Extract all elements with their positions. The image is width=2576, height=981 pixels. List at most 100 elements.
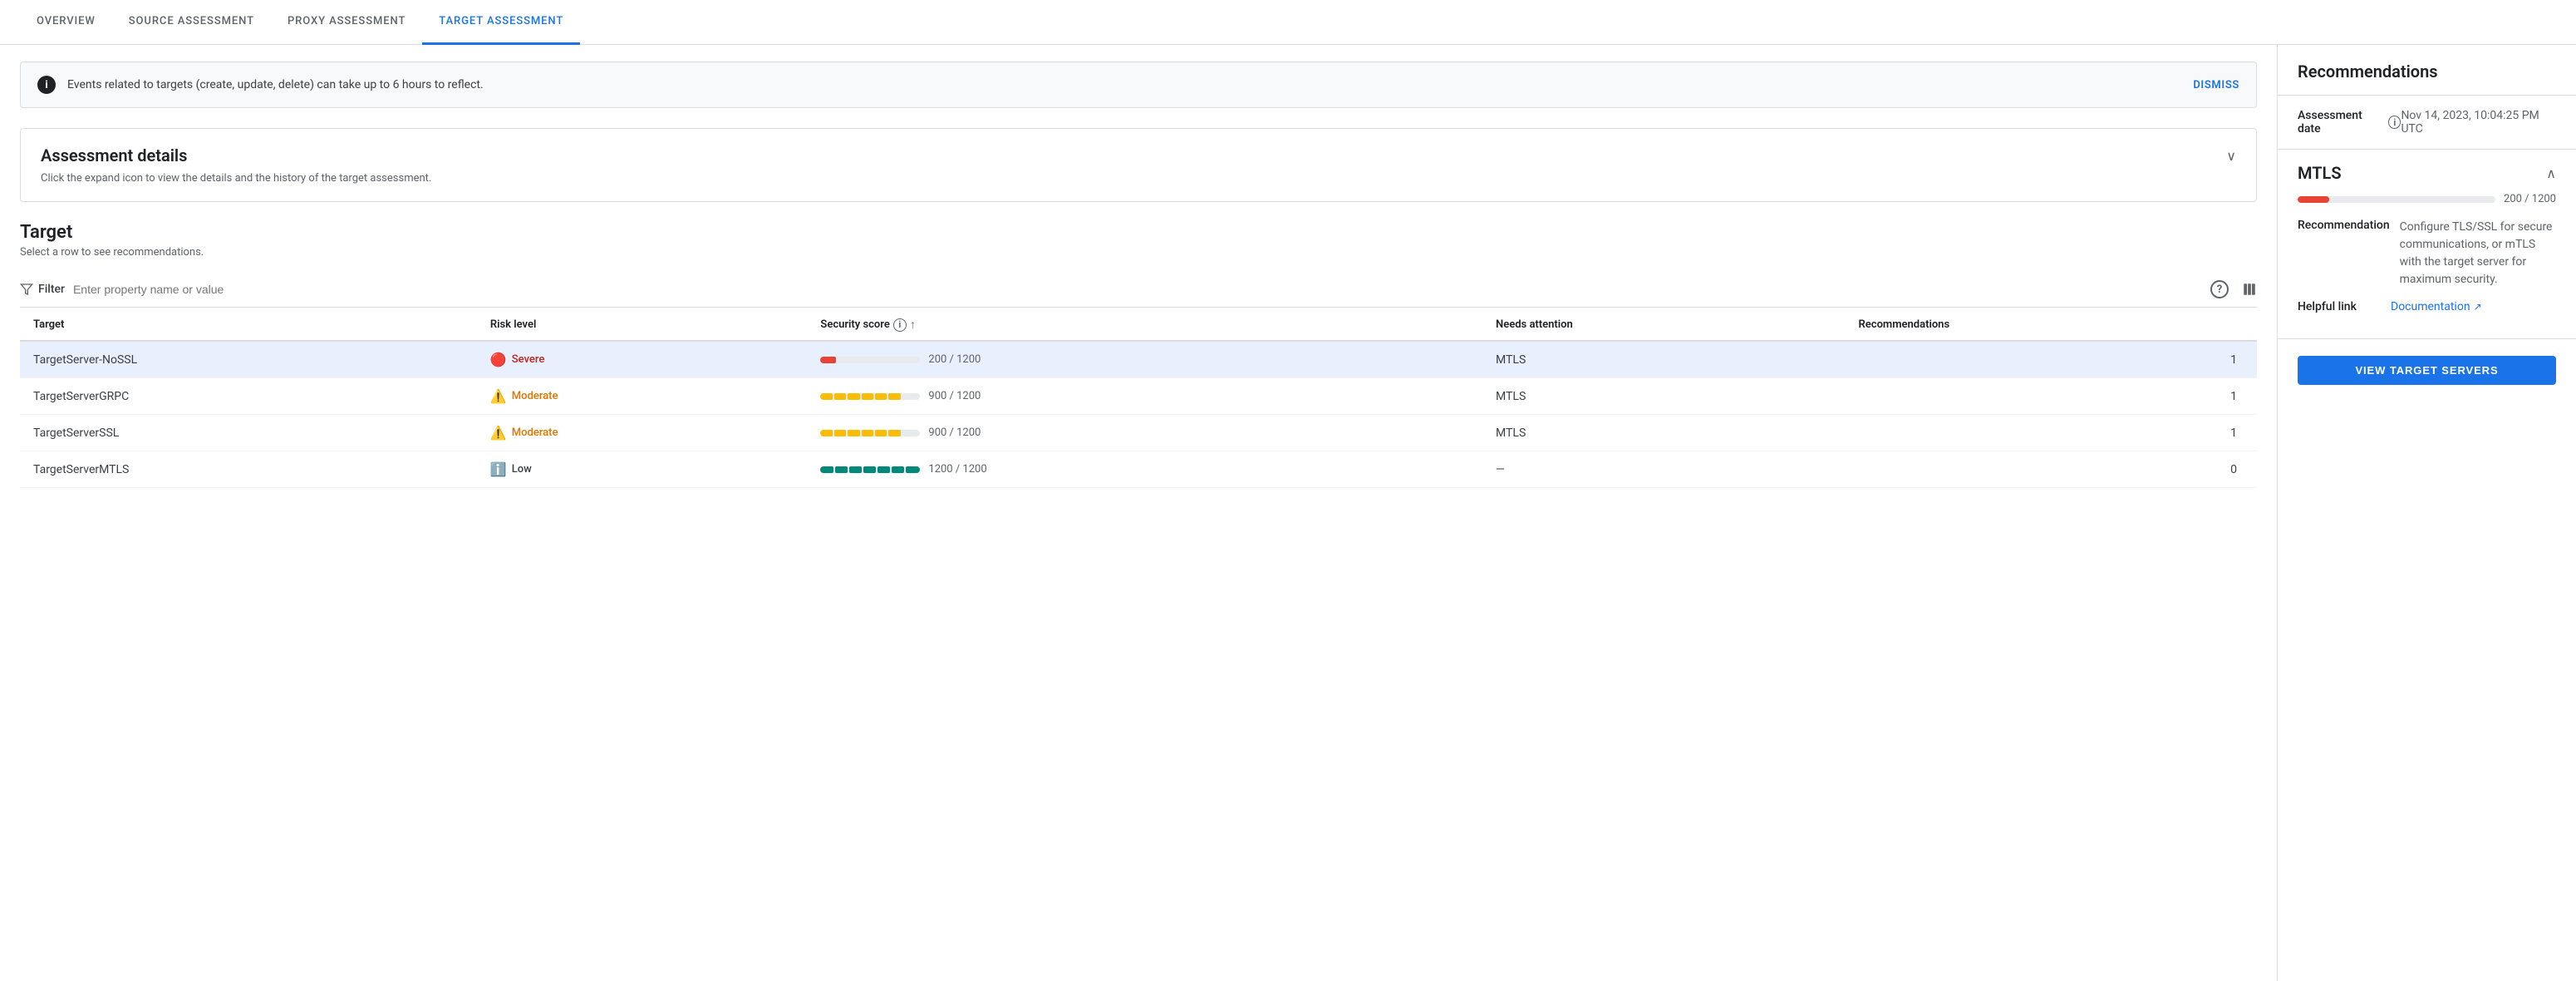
mtls-bar-fill [2298,196,2329,203]
assessment-details-section: Assessment details Click the expand icon… [20,128,2257,202]
risk-badge-low: ℹ️ Low [490,461,794,477]
cell-recommendations: 1 [1846,415,2257,451]
cell-needs-attention: MTLS [1482,415,1846,451]
low-icon: ℹ️ [490,461,507,477]
cell-risk-level: ⚠️ Moderate [477,378,808,415]
assessment-date-info-icon[interactable]: i [2388,116,2401,129]
score-text: 900 / 1200 [928,426,981,439]
table-row[interactable]: TargetServerSSL ⚠️ Moderate [20,415,2257,451]
cell-needs-attention: — [1482,451,1846,488]
info-icon: i [37,76,56,94]
col-risk-level: Risk level [477,308,808,341]
assessment-details-subtitle: Click the expand icon to view the detail… [41,172,2236,185]
mtls-title: MTLS [2298,163,2342,183]
tab-overview[interactable]: OVERVIEW [20,0,112,45]
cell-recommendations: 0 [1846,451,2257,488]
cell-recommendations: 1 [1846,341,2257,378]
score-bar-container: 1200 / 1200 [820,463,1469,476]
score-bar [820,393,920,400]
cell-recommendations: 1 [1846,378,2257,415]
mtls-score-text: 200 / 1200 [2504,193,2556,205]
score-bar-container: 900 / 1200 [820,390,1469,402]
severe-icon: 🔴 [490,352,507,367]
target-title: Target [20,222,2257,243]
filter-icon-label: Filter [20,283,65,296]
filter-row: Filter ? [20,272,2257,308]
mtls-section: MTLS 200 / 1200 Recommendation Configure… [2278,150,2576,339]
score-bar [820,466,920,473]
right-panel: Recommendations Assessment date i Nov 14… [2277,45,2576,981]
target-section: Target Select a row to see recommendatio… [20,222,2257,488]
assessment-date-label: Assessment date i [2298,109,2401,136]
risk-badge-moderate: ⚠️ Moderate [490,388,794,404]
assessment-date-row: Assessment date i Nov 14, 2023, 10:04:25… [2278,96,2576,150]
score-bar-container: 200 / 1200 [820,353,1469,366]
recommendation-text: Configure TLS/SSL for secure communicati… [2400,219,2556,288]
cell-risk-level: 🔴 Severe [477,341,808,378]
dismiss-button[interactable]: DISMISS [2193,79,2239,91]
filter-label: Filter [38,283,65,296]
target-table: Target Risk level Security score i ↑ Nee… [20,308,2257,488]
recommendations-title: Recommendations [2278,45,2576,96]
moderate-icon: ⚠️ [490,425,507,441]
content-panel: i Events related to targets (create, upd… [0,45,2277,981]
mtls-score-bar [2298,196,2495,203]
cell-score: 200 / 1200 [807,341,1482,378]
assessment-details-expand-icon[interactable] [2226,147,2236,165]
cell-needs-attention: MTLS [1482,341,1846,378]
col-target: Target [20,308,477,341]
table-row[interactable]: TargetServerMTLS ℹ️ Low [20,451,2257,488]
col-needs-attention: Needs attention [1482,308,1846,341]
cell-score: 900 / 1200 [807,378,1482,415]
filter-input[interactable] [73,283,256,296]
filter-right: ? [2210,280,2257,298]
helpful-link-row: Helpful link Documentation ↗ [2298,300,2556,313]
tab-source-assessment[interactable]: SOURCE ASSESSMENT [112,0,271,45]
banner-text: Events related to targets (create, updat… [67,78,2181,91]
risk-badge-moderate: ⚠️ Moderate [490,425,794,441]
cell-score: 1200 / 1200 [807,451,1482,488]
score-text: 200 / 1200 [928,353,981,366]
view-btn-container: VIEW TARGET SERVERS [2278,339,2576,402]
help-icon[interactable]: ? [2210,280,2229,298]
table-header-row: Target Risk level Security score i ↑ Nee… [20,308,2257,341]
filter-left: Filter [20,283,256,296]
view-target-servers-button[interactable]: VIEW TARGET SERVERS [2298,356,2556,385]
documentation-link[interactable]: Documentation ↗ [2391,300,2482,313]
score-bar [820,357,920,363]
moderate-icon: ⚠️ [490,388,507,404]
assessment-details-title: Assessment details [41,145,187,165]
cell-target: TargetServerSSL [20,415,477,451]
recommendation-label: Recommendation [2298,219,2390,288]
mtls-header: MTLS [2298,163,2556,183]
info-banner: i Events related to targets (create, upd… [20,62,2257,108]
cell-needs-attention: MTLS [1482,378,1846,415]
assessment-details-header: Assessment details [41,145,2236,165]
cell-target: TargetServerGRPC [20,378,477,415]
cell-target: TargetServer-NoSSL [20,341,477,378]
filter-funnel-icon [20,283,33,296]
tab-proxy-assessment[interactable]: PROXY ASSESSMENT [271,0,422,45]
tab-target-assessment[interactable]: TARGET ASSESSMENT [422,0,580,45]
target-subtitle: Select a row to see recommendations. [20,246,2257,259]
table-row[interactable]: TargetServerGRPC ⚠️ Moderate [20,378,2257,415]
score-bar [820,430,920,436]
cell-score: 900 / 1200 [807,415,1482,451]
col-security-score: Security score i ↑ [807,308,1482,341]
assessment-date-value: Nov 14, 2023, 10:04:25 PM UTC [2401,109,2556,136]
mtls-collapse-icon[interactable] [2546,165,2556,182]
external-link-icon: ↗ [2474,301,2482,313]
columns-icon[interactable] [2242,282,2257,297]
cell-risk-level: ℹ️ Low [477,451,808,488]
security-score-sort-icon[interactable]: ↑ [910,318,916,332]
cell-risk-level: ⚠️ Moderate [477,415,808,451]
mtls-score-row: 200 / 1200 [2298,193,2556,205]
helpful-link-label: Helpful link [2298,300,2381,313]
main-layout: i Events related to targets (create, upd… [0,45,2576,981]
security-score-info-icon[interactable]: i [893,318,907,332]
recommendation-row: Recommendation Configure TLS/SSL for sec… [2298,219,2556,288]
table-row[interactable]: TargetServer-NoSSL 🔴 Severe [20,341,2257,378]
navigation-tabs: OVERVIEW SOURCE ASSESSMENT PROXY ASSESSM… [0,0,2576,45]
score-bar-container: 900 / 1200 [820,426,1469,439]
cell-target: TargetServerMTLS [20,451,477,488]
